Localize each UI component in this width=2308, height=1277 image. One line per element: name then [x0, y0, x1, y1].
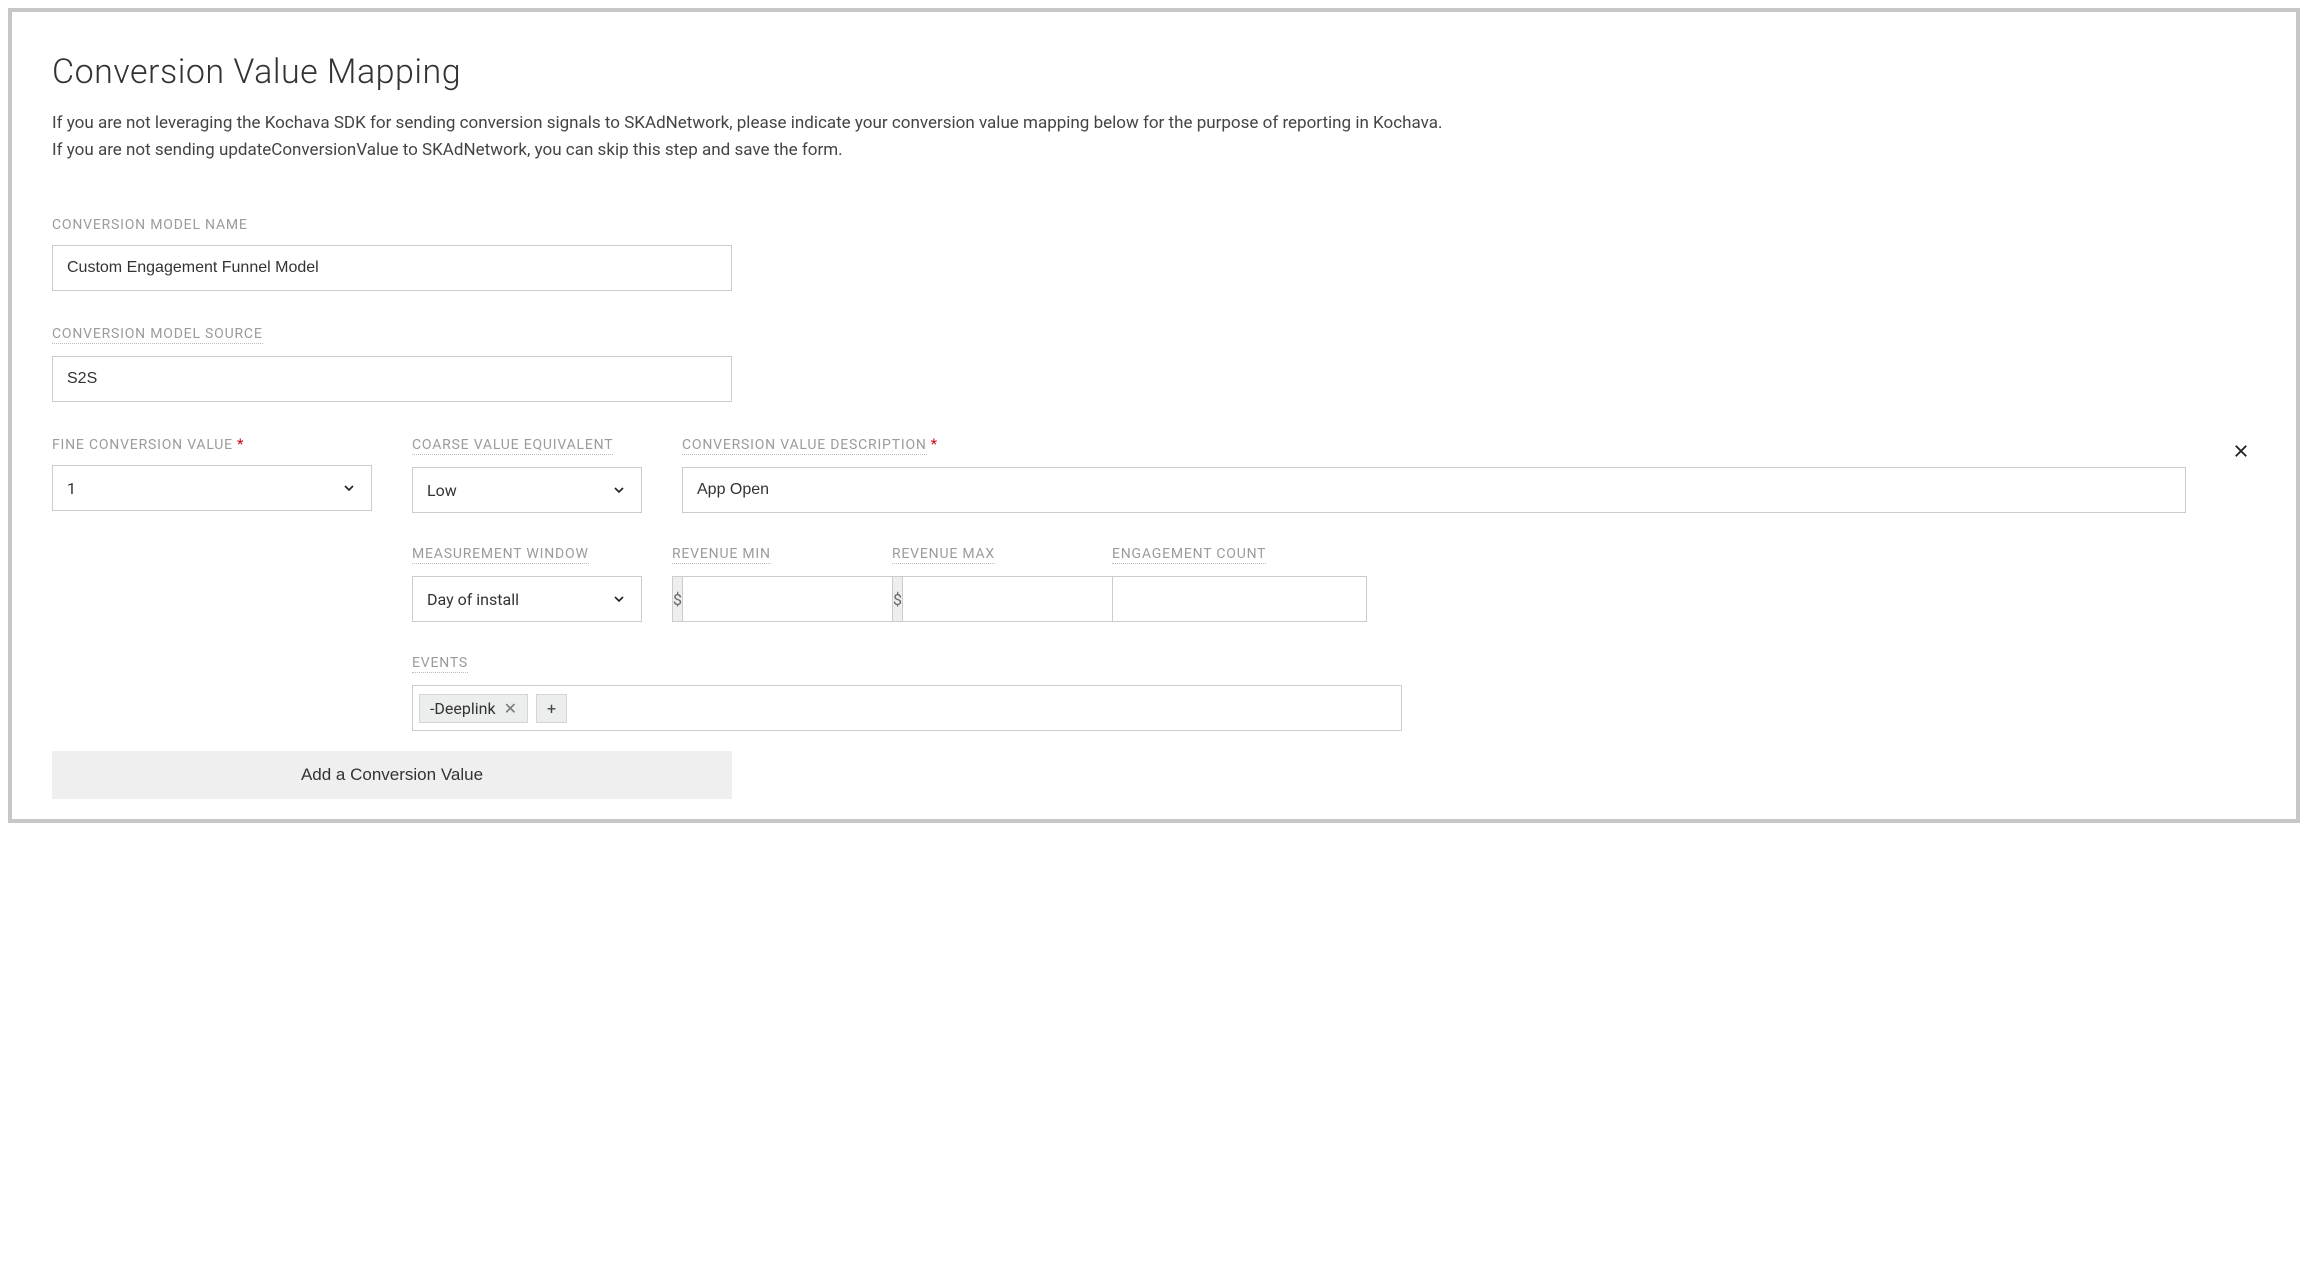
model-name-field-group: CONVERSION MODEL NAME: [52, 214, 732, 291]
chevron-down-icon: [611, 482, 627, 498]
remove-row-button[interactable]: [2226, 434, 2256, 472]
add-conversion-value-button[interactable]: Add a Conversion Value: [52, 751, 732, 799]
revenue-min-label: REVENUE MIN: [672, 546, 771, 564]
measurement-window-select[interactable]: Day of install: [412, 576, 642, 622]
revenue-max-input[interactable]: [902, 576, 1131, 622]
fine-value-group: FINE CONVERSION VALUE* 1: [52, 434, 372, 511]
chevron-down-icon: [611, 591, 627, 607]
measurement-window-selected: Day of install: [427, 590, 519, 609]
events-input[interactable]: -Deeplink ✕ +: [412, 685, 1402, 731]
coarse-value-selected: Low: [427, 481, 457, 500]
engagement-count-group: ENGAGEMENT COUNT: [1112, 543, 1367, 622]
events-label: EVENTS: [412, 655, 468, 673]
model-source-field-group: CONVERSION MODEL SOURCE: [52, 323, 732, 402]
description-label: CONVERSION VALUE DESCRIPTION: [682, 437, 927, 455]
revenue-min-group: REVENUE MIN $: [672, 543, 862, 622]
measurement-window-label: MEASUREMENT WINDOW: [412, 546, 589, 564]
model-name-input[interactable]: [52, 245, 732, 291]
revenue-max-label: REVENUE MAX: [892, 546, 995, 564]
model-name-label: CONVERSION MODEL NAME: [52, 217, 248, 233]
description-label-wrapper: CONVERSION VALUE DESCRIPTION*: [682, 434, 937, 453]
intro-text: If you are not leveraging the Kochava SD…: [52, 110, 1452, 164]
remove-row-group: [2226, 434, 2256, 480]
event-chip-label: -Deeplink: [430, 699, 496, 718]
fine-value-select[interactable]: 1: [52, 465, 372, 511]
fine-value-label: FINE CONVERSION VALUE: [52, 437, 233, 453]
secondary-fields: MEASUREMENT WINDOW Day of install REVENU…: [412, 543, 2256, 731]
description-group: CONVERSION VALUE DESCRIPTION*: [682, 434, 2186, 513]
fine-value-selected: 1: [67, 479, 76, 498]
currency-prefix: $: [672, 576, 682, 622]
conversion-mapping-panel: Conversion Value Mapping If you are not …: [8, 8, 2300, 823]
conversion-value-row: FINE CONVERSION VALUE* 1 COARSE VALUE EQ…: [52, 434, 2256, 513]
engagement-count-input[interactable]: [1112, 576, 1367, 622]
description-input[interactable]: [682, 467, 2186, 513]
remove-chip-icon[interactable]: ✕: [504, 699, 517, 718]
model-source-label: CONVERSION MODEL SOURCE: [52, 326, 263, 344]
coarse-value-label: COARSE VALUE EQUIVALENT: [412, 437, 613, 455]
close-icon: [2232, 442, 2250, 460]
required-marker: *: [931, 435, 937, 453]
engagement-count-label: ENGAGEMENT COUNT: [1112, 546, 1266, 564]
model-source-input[interactable]: [52, 356, 732, 402]
add-event-chip[interactable]: +: [536, 694, 567, 723]
event-chip[interactable]: -Deeplink ✕: [419, 694, 528, 723]
page-title: Conversion Value Mapping: [52, 52, 2256, 92]
measurement-window-group: MEASUREMENT WINDOW Day of install: [412, 543, 642, 622]
coarse-value-select[interactable]: Low: [412, 467, 642, 513]
required-marker: *: [237, 435, 243, 453]
coarse-value-group: COARSE VALUE EQUIVALENT Low: [412, 434, 642, 513]
events-group: EVENTS -Deeplink ✕ +: [412, 652, 2256, 731]
revenue-max-group: REVENUE MAX $: [892, 543, 1082, 622]
chevron-down-icon: [341, 480, 357, 496]
currency-prefix: $: [892, 576, 902, 622]
fine-value-label-wrapper: FINE CONVERSION VALUE*: [52, 434, 243, 453]
revenue-min-input[interactable]: [682, 576, 911, 622]
